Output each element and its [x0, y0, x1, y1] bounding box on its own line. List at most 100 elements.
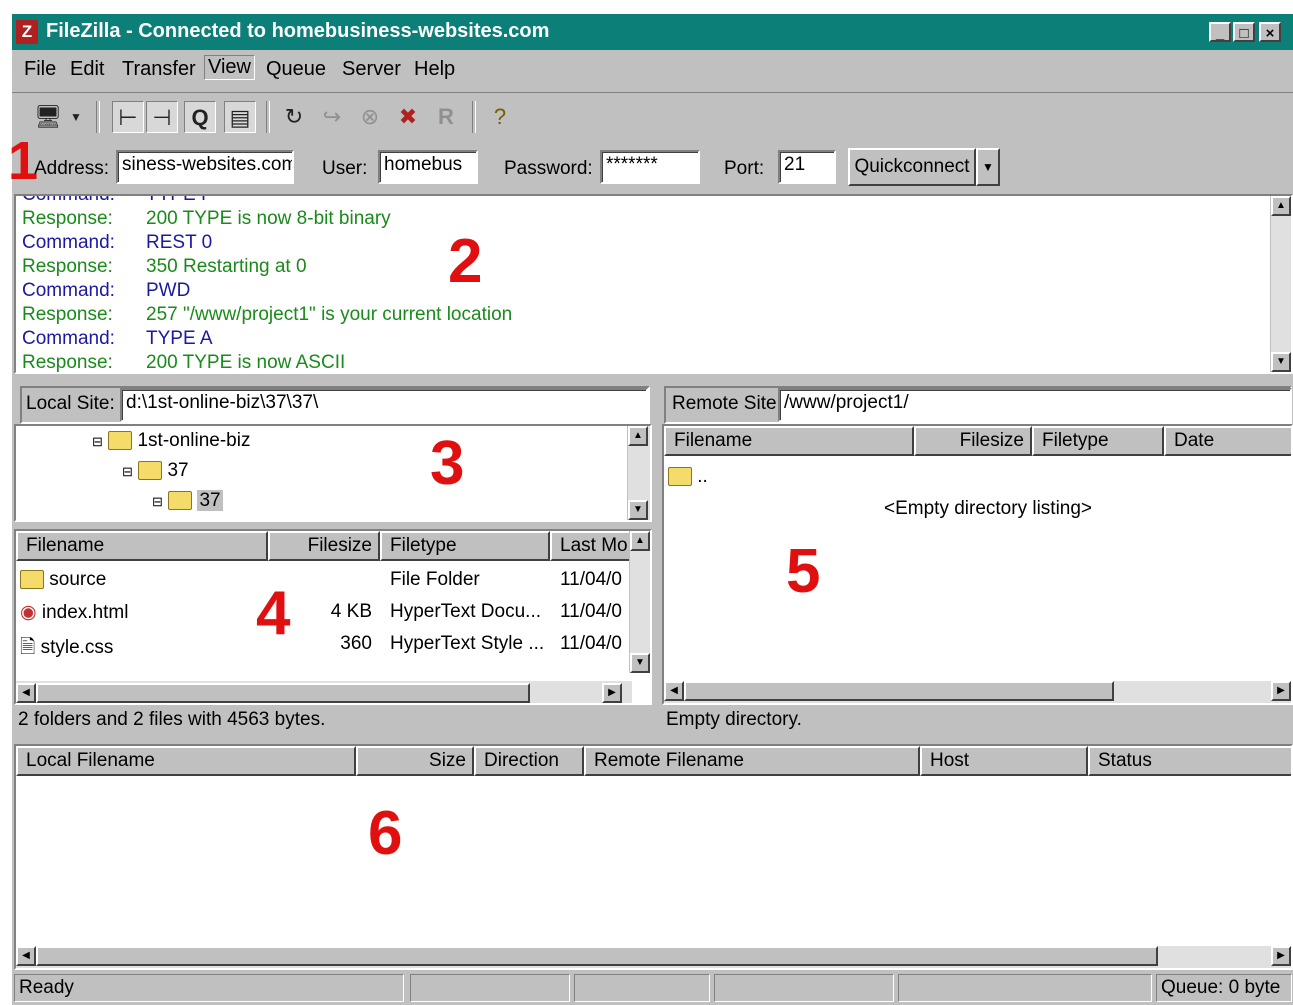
remote-site-path[interactable]: /www/project1/: [778, 388, 1292, 422]
column-filetype[interactable]: Filetype: [1032, 426, 1164, 456]
column-host[interactable]: Host: [920, 746, 1088, 776]
scroll-right-icon[interactable]: ▶: [1271, 946, 1291, 966]
local-files-vscroll[interactable]: ▲ ▼: [629, 531, 650, 673]
menu-edit[interactable]: Edit: [70, 58, 104, 81]
toggle-remote-tree-icon[interactable]: ⊣: [146, 101, 178, 133]
refresh-icon[interactable]: ↻: [278, 101, 310, 133]
annotation-1: 1: [8, 131, 39, 191]
menu-server[interactable]: Server: [342, 58, 401, 81]
open-folder-icon: [168, 491, 193, 511]
quickconnect-dropdown-icon[interactable]: ▼: [976, 148, 1000, 186]
column-local-filename[interactable]: Local Filename: [16, 746, 356, 776]
title-bar: Z FileZilla - Connected to homebusiness-…: [12, 14, 1293, 50]
log-type: Response:: [22, 256, 113, 277]
scroll-right-icon[interactable]: ▶: [602, 683, 622, 703]
log-scrollbar[interactable]: ▲ ▼: [1270, 196, 1291, 372]
site-manager-icon[interactable]: 🖥: [32, 101, 64, 133]
toggle-queue-icon[interactable]: Q: [184, 101, 216, 133]
folder-icon: [668, 467, 692, 487]
column-direction[interactable]: Direction: [474, 746, 584, 776]
queue-hscroll[interactable]: ◀ ▶: [16, 946, 1291, 968]
menu-bar: File Edit Transfer View Queue Server Hel…: [12, 52, 1293, 86]
log-text: 200 TYPE is now ASCII: [146, 352, 346, 373]
quickconnect-button[interactable]: Quickconnect: [848, 148, 976, 186]
minimize-button[interactable]: _: [1209, 22, 1231, 42]
log-type: Command:: [22, 280, 115, 301]
tree-node[interactable]: ⊟ 1st-online-biz: [92, 430, 250, 452]
toolbar: 🖥 ▼ ⊢ ⊣ Q ▤ ↻ ↪ ⊗ ✖ R ?: [12, 92, 1293, 139]
port-field[interactable]: 21: [778, 150, 836, 184]
column-size[interactable]: Size: [356, 746, 474, 776]
password-field[interactable]: *******: [600, 150, 700, 184]
quickconnect-bar: Address: siness-websites.com User: homeb…: [12, 144, 1293, 194]
address-field[interactable]: siness-websites.com: [116, 150, 294, 184]
disconnect-icon[interactable]: ✖: [392, 101, 424, 133]
column-date[interactable]: Date: [1164, 426, 1291, 456]
cancel-icon[interactable]: ⊗: [354, 101, 386, 133]
filezilla-window: Z FileZilla - Connected to homebusiness-…: [12, 14, 1293, 1005]
user-field[interactable]: homebus: [378, 150, 478, 184]
column-filename[interactable]: Filename: [664, 426, 914, 456]
local-status: 2 folders and 2 files with 4563 bytes.: [18, 709, 326, 730]
scroll-left-icon[interactable]: ◀: [16, 946, 36, 966]
scroll-right-icon[interactable]: ▶: [1271, 681, 1291, 701]
menu-queue[interactable]: Queue: [266, 58, 326, 81]
menu-file[interactable]: File: [24, 58, 56, 81]
remote-site-label: Remote Site:: [672, 393, 782, 414]
folder-icon: [138, 461, 163, 481]
user-label: User:: [322, 158, 368, 179]
parent-directory-row[interactable]: ..: [668, 466, 708, 488]
reconnect-icon[interactable]: R: [430, 101, 462, 133]
column-status[interactable]: Status: [1088, 746, 1291, 776]
scroll-thumb[interactable]: [36, 946, 1158, 966]
column-filetype[interactable]: Filetype: [380, 531, 550, 561]
maximize-button[interactable]: □: [1233, 22, 1255, 42]
scroll-down-icon[interactable]: ▼: [1271, 352, 1291, 372]
process-queue-icon[interactable]: ↪: [316, 101, 348, 133]
local-files-hscroll[interactable]: ◀ ▶: [16, 681, 632, 703]
column-filesize[interactable]: Filesize: [914, 426, 1032, 456]
site-manager-dropdown-icon[interactable]: ▼: [68, 101, 84, 133]
column-remote-filename[interactable]: Remote Filename: [584, 746, 920, 776]
scroll-thumb[interactable]: [684, 681, 1114, 701]
scroll-up-icon[interactable]: ▲: [630, 531, 650, 551]
status-bar: Ready Queue: 0 byte: [12, 970, 1293, 1005]
transfer-queue: Local Filename Size Direction Remote Fil…: [14, 744, 1293, 970]
window-title: FileZilla - Connected to homebusiness-we…: [46, 20, 550, 42]
column-last-modified[interactable]: Last Mo: [550, 531, 636, 561]
remote-file-list: Filename Filesize Filetype Date .. <Empt…: [662, 424, 1293, 705]
toggle-local-tree-icon[interactable]: ⊢: [112, 101, 144, 133]
menu-transfer[interactable]: Transfer: [122, 58, 196, 81]
folder-icon: [20, 570, 44, 590]
scroll-left-icon[interactable]: ◀: [16, 683, 36, 703]
log-type: Command:: [22, 328, 115, 349]
scroll-down-icon[interactable]: ▼: [628, 500, 648, 520]
css-file-icon: 🗎: [20, 637, 36, 658]
scroll-thumb[interactable]: [36, 683, 530, 703]
scroll-up-icon[interactable]: ▲: [628, 426, 648, 446]
column-filename[interactable]: Filename: [16, 531, 268, 561]
annotation-6: 6: [368, 799, 403, 868]
local-site-path[interactable]: d:\1st-online-biz\37\37\: [120, 388, 648, 422]
annotation-4: 4: [256, 579, 291, 648]
tree-node-selected[interactable]: ⊟ 37: [152, 490, 223, 512]
log-type: Response:: [22, 304, 113, 325]
menu-view[interactable]: View: [204, 55, 255, 80]
log-text: TYPE I: [146, 194, 207, 205]
toggle-log-icon[interactable]: ▤: [224, 101, 256, 133]
remote-files-hscroll[interactable]: ◀ ▶: [664, 681, 1291, 703]
close-button[interactable]: ×: [1259, 22, 1281, 42]
annotation-3: 3: [430, 429, 465, 498]
message-log: Command: TYPE I Response: 200 TYPE is now …: [14, 194, 1293, 374]
scroll-left-icon[interactable]: ◀: [664, 681, 684, 701]
menu-help[interactable]: Help: [414, 58, 455, 81]
tree-node[interactable]: ⊟ 37: [122, 460, 189, 482]
tree-scrollbar[interactable]: ▲ ▼: [627, 426, 650, 520]
status-queue: Queue: 0 byte: [1156, 974, 1292, 1002]
column-filesize[interactable]: Filesize: [268, 531, 380, 561]
help-icon[interactable]: ?: [484, 101, 516, 133]
log-type: Response:: [22, 352, 113, 373]
port-label: Port:: [724, 158, 765, 179]
scroll-up-icon[interactable]: ▲: [1271, 196, 1291, 216]
scroll-down-icon[interactable]: ▼: [630, 653, 650, 673]
